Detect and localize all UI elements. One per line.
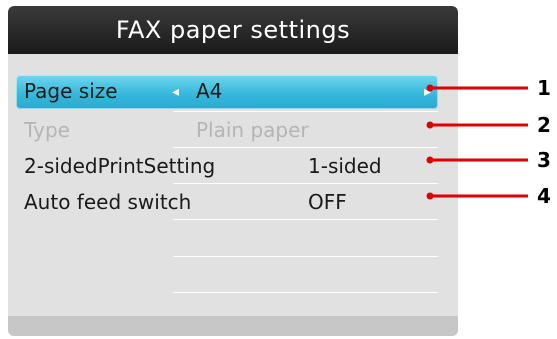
callout-dot-1 xyxy=(426,84,434,92)
callout-number-3: 3 xyxy=(537,148,551,172)
callout-dot-4 xyxy=(426,192,434,200)
callout-number-1: 1 xyxy=(537,76,551,100)
callout-lines xyxy=(426,84,528,200)
callout-number-2: 2 xyxy=(537,113,551,137)
callout-dot-2 xyxy=(426,121,434,129)
callout-dot-3 xyxy=(426,156,434,164)
callout-number-4: 4 xyxy=(537,184,551,208)
